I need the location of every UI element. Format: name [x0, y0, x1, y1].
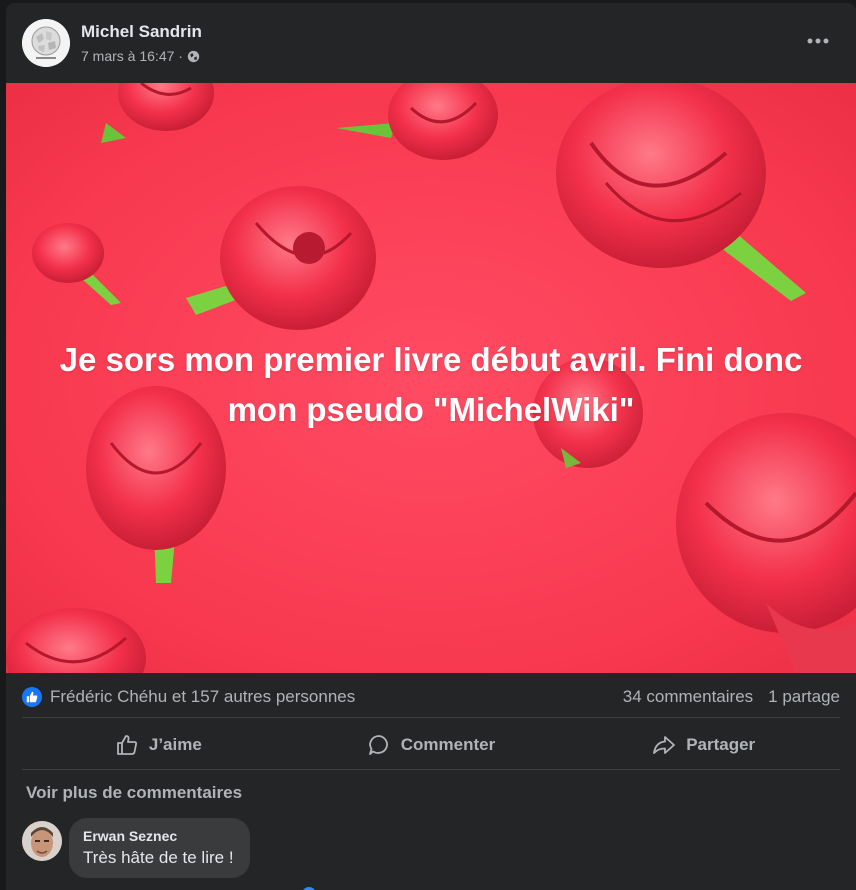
divider: [22, 717, 840, 718]
post-timestamp[interactable]: 7 mars à 16:47 ·: [81, 48, 183, 64]
share-button[interactable]: Partager: [567, 721, 840, 769]
comment-bubble: Erwan Seznec Très hâte de te lire !: [69, 818, 250, 878]
thumbs-up-outline-icon: [116, 735, 137, 755]
comment-author[interactable]: Erwan Seznec: [83, 828, 234, 844]
comment-button[interactable]: Commenter: [295, 721, 568, 769]
shares-count[interactable]: 1 partage: [768, 687, 840, 707]
comment-text: Très hâte de te lire !: [83, 848, 234, 867]
author-name[interactable]: Michel Sandrin: [81, 22, 202, 42]
divider: [22, 769, 840, 770]
post-image-text: Je sors mon premier livre début avril. F…: [59, 341, 803, 428]
reactions-summary[interactable]: Frédéric Chéhu et 157 autres personnes: [50, 687, 355, 707]
post-image[interactable]: Je sors mon premier livre début avril. F…: [6, 83, 856, 673]
like-reaction-icon[interactable]: [22, 687, 42, 707]
post-card: Michel Sandrin 7 mars à 16:47 · Je sors …: [6, 3, 856, 890]
globe-icon[interactable]: [187, 50, 200, 63]
comment-bubble-icon: [368, 735, 388, 755]
wikipedia-globe-icon: [22, 19, 70, 67]
share-label: Partager: [686, 735, 756, 754]
like-button[interactable]: J’aime: [22, 721, 295, 769]
commenter-avatar[interactable]: [22, 821, 62, 861]
post-actions: J’aime Commenter Partager: [22, 721, 840, 769]
comments-count[interactable]: 34 commentaires: [623, 687, 753, 707]
more-options-button[interactable]: [800, 29, 836, 53]
profile-photo: [22, 821, 62, 861]
comment-label: Commenter: [400, 735, 496, 754]
share-arrow-icon: [653, 736, 676, 754]
see-more-comments-link[interactable]: Voir plus de commentaires: [26, 783, 242, 803]
post-stats: Frédéric Chéhu et 157 autres personnes 3…: [22, 683, 840, 711]
ellipsis-icon: [807, 38, 829, 44]
author-avatar[interactable]: [22, 19, 70, 67]
thumbs-up-icon: [26, 691, 38, 703]
post-meta: 7 mars à 16:47 ·: [81, 48, 200, 64]
like-label: J’aime: [148, 735, 202, 754]
